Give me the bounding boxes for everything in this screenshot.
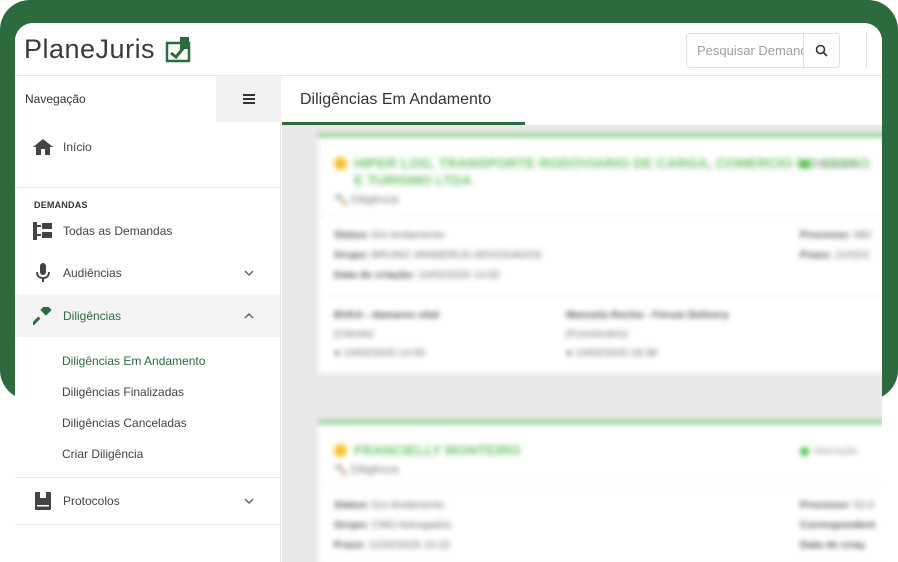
- warning-dot-icon: [334, 157, 347, 170]
- subitem-criar-diligencia[interactable]: Criar Diligência: [15, 438, 280, 469]
- sidebar-item-inicio[interactable]: Início: [15, 122, 280, 172]
- chevron-down-icon: [244, 498, 254, 505]
- status-dot-icon: [800, 160, 809, 169]
- sidebar-item-label: Protocolos: [63, 494, 120, 508]
- nav-header: Navegação: [15, 76, 281, 122]
- logo-text: PlaneJuris: [24, 33, 156, 64]
- subitem-canceladas[interactable]: Diligências Canceladas: [15, 407, 280, 438]
- card-type: 🔨 Diligência: [334, 194, 399, 206]
- top-bar: PlaneJuris: [15, 23, 882, 76]
- search-box: [686, 33, 840, 68]
- page-header: Diligências Em Andamento: [282, 76, 882, 125]
- search-input[interactable]: [687, 34, 803, 67]
- person-client: BVAA - damares vital (Cliente) ● 10/02/2…: [334, 309, 440, 359]
- sidebar-item-label: Audiências: [63, 265, 122, 280]
- cards-list: HIPER LOG, TRANSPORTE RODOVIARIO DE CARG…: [282, 125, 882, 562]
- book-icon: [33, 491, 53, 511]
- microphone-icon: [33, 262, 53, 283]
- nav-title: Navegação: [25, 92, 86, 106]
- divider: [15, 524, 280, 525]
- chevron-up-icon: [244, 312, 254, 319]
- hamburger-icon: [242, 94, 255, 104]
- card-group-value: BRUNO VANDERLEI ADVOGADOS: [371, 249, 542, 261]
- sidebar-item-audiencias[interactable]: Audiências: [15, 251, 280, 294]
- app-window: PlaneJuris Navegação: [15, 23, 882, 562]
- sidebar-item-todas-demandas[interactable]: Todas as Demandas: [15, 210, 280, 251]
- gavel-icon: [33, 306, 53, 326]
- sidebar-item-label: Todas as Demandas: [63, 223, 173, 238]
- sidebar-item-protocolos[interactable]: Protocolos: [15, 478, 280, 524]
- card-marker: Marcação: [800, 159, 858, 170]
- logo-check-icon: [165, 37, 191, 63]
- sidebar-item-label: Início: [63, 140, 92, 154]
- home-icon: [33, 137, 53, 157]
- card-type: 🔨 Diligência: [334, 464, 399, 476]
- sidebar: Navegação Início DEMANDAS Todas as Deman…: [15, 76, 281, 562]
- demand-card[interactable]: HIPER LOG, TRANSPORTE RODOVIARIO DE CARG…: [318, 134, 882, 373]
- sidebar-item-diligencias[interactable]: Diligências: [15, 294, 280, 337]
- section-label-demandas: DEMANDAS: [34, 200, 88, 210]
- chevron-down-icon: [244, 269, 254, 276]
- logo[interactable]: PlaneJuris: [24, 32, 193, 66]
- status-dot-icon: [800, 447, 809, 456]
- search-icon: [815, 44, 828, 57]
- demand-card[interactable]: FRANCIELLY MONTEIRO 🔨 Diligência Marcaçã…: [318, 421, 882, 562]
- card-status-value: Em Andamento: [372, 229, 445, 241]
- card-details: Status: Em Andamento Grupo: CMO Advogado…: [318, 484, 882, 562]
- card-marker: Marcação: [800, 446, 858, 457]
- card-date-value: 10/02/2025 14:55: [418, 269, 500, 281]
- page-title: Diligências Em Andamento: [300, 91, 492, 108]
- sidebar-item-label: Diligências: [63, 308, 122, 323]
- person-employee: Manoela Rocha - Fórum Delivery (Funcioná…: [566, 309, 729, 359]
- card-people: BVAA - damares vital (Cliente) ● 10/02/2…: [318, 295, 882, 373]
- topbar-divider: [866, 33, 867, 68]
- subitem-finalizadas[interactable]: Diligências Finalizadas: [15, 376, 280, 407]
- warning-dot-icon: [334, 444, 347, 457]
- subitem-em-andamento[interactable]: Diligências Em Andamento: [15, 345, 280, 376]
- menu-toggle-button[interactable]: [216, 76, 281, 122]
- folder-tree-icon: [33, 221, 53, 241]
- search-button[interactable]: [803, 34, 839, 67]
- card-details: Status: Em Andamento Grupo: BRUNO VANDER…: [318, 214, 882, 295]
- main-content: Diligências Em Andamento HIPER LOG, TRAN…: [282, 76, 882, 562]
